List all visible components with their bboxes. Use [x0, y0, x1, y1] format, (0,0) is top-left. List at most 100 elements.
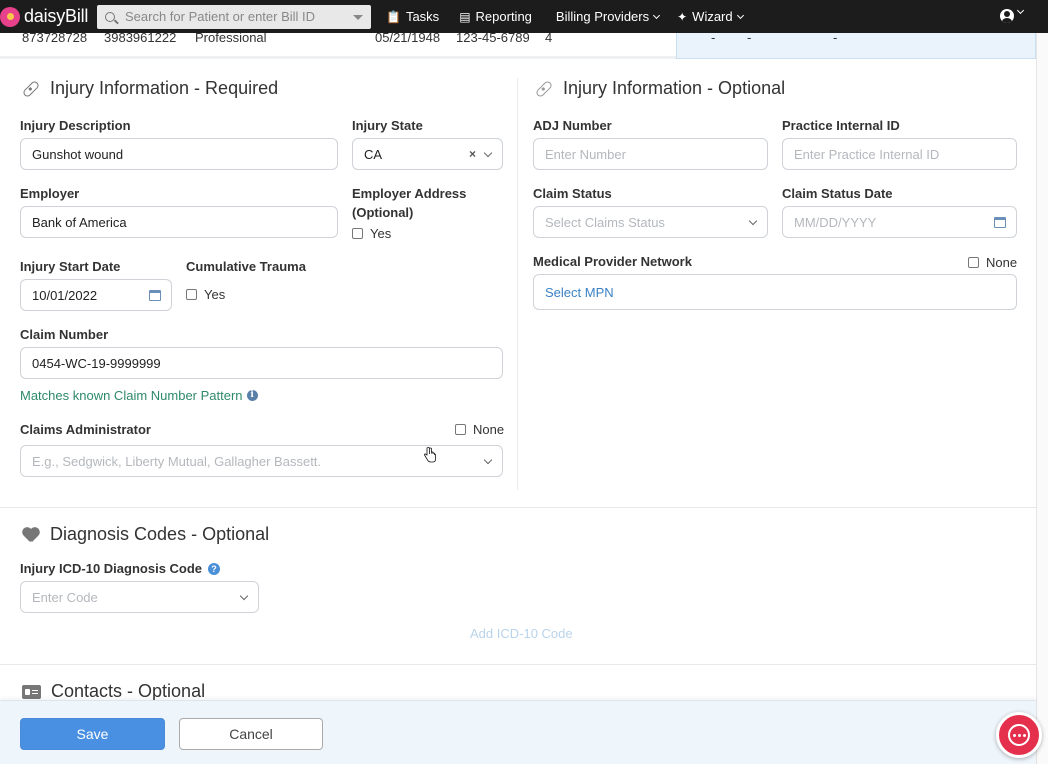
clipboard-icon: 📋	[386, 9, 401, 24]
nav-reporting[interactable]: ▤ Reporting	[459, 0, 532, 33]
bill-cell-type: Professional	[195, 33, 267, 45]
injury-description-value: Gunshot wound	[32, 146, 124, 162]
section-title: Injury Information - Optional	[563, 78, 786, 98]
bill-cell-dash: -	[747, 30, 752, 45]
injury-start-date-label: Injury Start Date	[20, 259, 121, 274]
section-injury-required: Injury Information - Required	[21, 78, 279, 99]
claim-status-label: Claim Status	[533, 186, 612, 201]
medical-provider-network-label: Medical Provider Network	[533, 254, 692, 269]
bandage-icon	[534, 79, 554, 98]
section-injury-optional: Injury Information - Optional	[534, 78, 786, 99]
practice-internal-id-input[interactable]: Enter Practice Internal ID	[782, 138, 1017, 170]
employer-address-label: Employer Address	[352, 186, 467, 201]
heartbeat-icon	[22, 527, 40, 543]
section-title: Contacts - Optional	[51, 681, 206, 701]
claims-admin-none-label: None	[473, 422, 505, 437]
hand-cursor-icon	[424, 447, 436, 463]
bill-cell-dob: 05/21/1948	[375, 33, 441, 45]
injury-description-label: Injury Description	[20, 118, 131, 133]
section-contacts: Contacts - Optional	[22, 681, 205, 702]
cumulative-trauma-yes-label: Yes	[204, 287, 226, 302]
question-circle-icon[interactable]: ?	[208, 562, 221, 575]
employer-label: Employer	[20, 186, 80, 201]
practice-internal-id-placeholder: Enter Practice Internal ID	[794, 146, 940, 162]
adj-number-placeholder: Enter Number	[545, 146, 626, 162]
search-placeholder: Search for Patient or enter Bill ID	[125, 9, 316, 24]
injury-description-input[interactable]: Gunshot wound	[20, 138, 338, 170]
nav-billing-providers-label: Billing Providers	[555, 9, 650, 24]
section-divider	[0, 664, 1036, 665]
top-navbar: daisyBill Search for Patient or enter Bi…	[0, 0, 1048, 33]
clear-icon[interactable]: ×	[469, 147, 476, 161]
claim-status-select[interactable]: Select Claims Status	[533, 206, 768, 238]
cumulative-trauma-label: Cumulative Trauma	[186, 259, 306, 274]
logo[interactable]: daisyBill	[0, 0, 92, 33]
chevron-down-icon	[483, 148, 493, 158]
practice-internal-id-label: Practice Internal ID	[782, 118, 900, 133]
bill-cell-id: 873728728	[22, 33, 88, 45]
cancel-button[interactable]: Cancel	[179, 718, 323, 750]
select-mpn-button[interactable]: Select MPN	[533, 274, 1017, 310]
form-footer: Save Cancel	[0, 700, 1036, 764]
injury-state-value: CA	[364, 146, 383, 162]
info-icon[interactable]: i	[246, 390, 258, 401]
claim-status-placeholder: Select Claims Status	[545, 214, 665, 230]
claim-number-label: Claim Number	[20, 327, 109, 342]
bill-cell-dash: -	[711, 30, 716, 45]
claim-number-input[interactable]: 0454-WC-19-9999999	[20, 347, 503, 379]
claim-status-date-placeholder: MM/DD/YYYY	[794, 214, 877, 230]
employer-input[interactable]: Bank of America	[20, 206, 338, 238]
daisy-logo-icon	[0, 6, 20, 27]
select-mpn-label: Select MPN	[545, 284, 614, 300]
cumulative-trauma-checkbox[interactable]	[186, 289, 197, 300]
icd-code-label-text: Injury ICD-10 Diagnosis Code	[20, 561, 203, 576]
mpn-none-label: None	[986, 255, 1018, 270]
nav-wizard-label: Wizard	[692, 9, 733, 24]
claims-administrator-label: Claims Administrator	[20, 422, 151, 437]
bar-chart-icon: ▤	[459, 9, 471, 24]
nav-wizard[interactable]: ✦ Wizard	[677, 0, 744, 33]
employer-address-yes-label: Yes	[370, 226, 392, 241]
address-card-icon	[22, 684, 41, 699]
user-account-icon[interactable]	[1000, 9, 1014, 23]
claim-status-date-label: Claim Status Date	[782, 186, 893, 201]
nav-billing-providers[interactable]: Billing Providers	[555, 0, 661, 33]
add-icd-code-link[interactable]: Add ICD-10 Code	[470, 626, 573, 641]
adj-number-label: ADJ Number	[533, 118, 612, 133]
calendar-icon[interactable]	[149, 290, 161, 301]
patient-search[interactable]: Search for Patient or enter Bill ID	[97, 4, 371, 29]
section-divider	[0, 507, 1036, 508]
chevron-down-icon	[653, 11, 661, 19]
chevron-down-icon	[748, 216, 758, 226]
injury-state-label: Injury State	[352, 118, 423, 133]
logo-text: daisyBill	[24, 6, 89, 26]
nav-reporting-label: Reporting	[475, 9, 532, 24]
calendar-icon[interactable]	[994, 217, 1006, 228]
chat-support-button[interactable]	[996, 712, 1042, 758]
chevron-down-icon	[239, 591, 249, 601]
adj-number-input[interactable]: Enter Number	[533, 138, 768, 170]
injury-state-select[interactable]: CA ×	[352, 138, 503, 170]
chevron-down-icon	[483, 455, 493, 465]
claims-admin-none-checkbox[interactable]	[455, 424, 466, 435]
employer-address-checkbox[interactable]	[352, 228, 363, 239]
bill-cell-count: 4	[545, 33, 553, 45]
mpn-none-checkbox[interactable]	[968, 257, 979, 268]
injury-start-date-input[interactable]: 10/01/2022	[20, 279, 172, 311]
search-icon	[105, 11, 115, 22]
scrollbar[interactable]	[1036, 33, 1048, 764]
section-title: Injury Information - Required	[50, 78, 279, 98]
claim-status-date-input[interactable]: MM/DD/YYYY	[782, 206, 1017, 238]
chat-bubble-icon	[1008, 724, 1030, 746]
save-button[interactable]: Save	[20, 718, 165, 750]
nav-tasks[interactable]: 📋 Tasks	[386, 0, 439, 33]
icd-code-select[interactable]: Enter Code	[20, 581, 259, 613]
section-diagnosis-codes: Diagnosis Codes - Optional	[22, 524, 269, 545]
claims-administrator-placeholder: E.g., Sedgwick, Liberty Mutual, Gallaghe…	[32, 453, 322, 469]
bill-cell-ssn: 123-45-6789	[456, 33, 530, 45]
icd-code-placeholder: Enter Code	[32, 589, 98, 605]
icd-code-label: Injury ICD-10 Diagnosis Code ?	[20, 561, 221, 576]
injury-start-date-value: 10/01/2022	[32, 287, 98, 303]
nav-tasks-label: Tasks	[405, 9, 440, 24]
bandage-icon	[21, 79, 41, 98]
